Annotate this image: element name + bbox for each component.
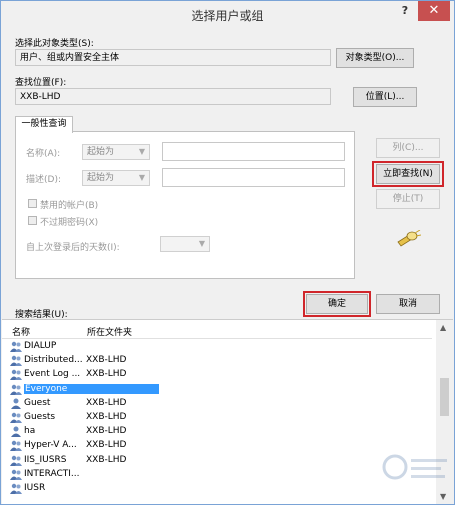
window-title: 选择用户或组 bbox=[191, 9, 264, 23]
table-row[interactable]: IUSR bbox=[8, 482, 434, 496]
result-folder: XXB-LHD bbox=[86, 454, 127, 465]
table-row[interactable]: Guests XXB-LHD bbox=[8, 411, 434, 425]
disabled-accounts-checkbox[interactable] bbox=[28, 199, 37, 208]
scroll-down-icon[interactable]: ▼ bbox=[440, 492, 446, 501]
query-panel: 名称(A): 起始为 ▼ 描述(D): 起始为 ▼ 禁用的帐户(B) 不过期密码(X… bbox=[15, 131, 355, 279]
location-label: 查找位置(F): bbox=[15, 78, 67, 88]
result-folder: XXB-LHD bbox=[86, 369, 127, 380]
search-flashlight-icon bbox=[395, 229, 422, 248]
group-icon bbox=[10, 455, 22, 466]
no-expire-password-label: 不过期密码(X) bbox=[40, 218, 99, 228]
chevron-down-icon: ▼ bbox=[138, 173, 145, 182]
table-row[interactable]: IIS_IUSRS XXB-LHD bbox=[8, 454, 434, 468]
watermark-logo bbox=[381, 447, 451, 487]
days-since-login-label: 自上次登录后的天数(I): bbox=[26, 243, 120, 253]
group-icon bbox=[10, 355, 22, 367]
description-label: 描述(D): bbox=[26, 175, 61, 185]
result-name: Guest bbox=[24, 397, 51, 408]
no-expire-password-checkbox[interactable] bbox=[28, 216, 37, 225]
column-header-name[interactable]: 名称 bbox=[12, 325, 30, 338]
close-button[interactable]: ✕ bbox=[418, 1, 450, 21]
result-name: IIS_IUSRS bbox=[24, 454, 67, 465]
table-row[interactable]: INTERACTI... bbox=[8, 468, 434, 482]
name-mode-select[interactable]: 起始为 ▼ bbox=[82, 144, 150, 160]
scroll-thumb[interactable] bbox=[440, 378, 449, 416]
result-folder: XXB-LHD bbox=[86, 426, 127, 437]
result-name: Distributed... bbox=[24, 355, 83, 366]
result-folder: XXB-LHD bbox=[86, 355, 127, 366]
user-icon bbox=[10, 398, 22, 409]
object-type-label: 选择此对象类型(S): bbox=[15, 39, 94, 49]
result-name: Hyper-V A... bbox=[24, 440, 77, 451]
tab-general-query[interactable]: 一般性查询 bbox=[15, 116, 73, 133]
group-icon bbox=[10, 483, 22, 494]
result-folder: XXB-LHD bbox=[86, 397, 127, 408]
group-icon bbox=[10, 440, 22, 452]
result-name: Guests bbox=[24, 412, 56, 422]
group-icon bbox=[10, 341, 22, 352]
result-name: DIALUP bbox=[24, 341, 57, 351]
group-icon bbox=[10, 469, 22, 480]
desc-mode-select[interactable]: 起始为 ▼ bbox=[82, 170, 150, 186]
result-name: INTERACTI... bbox=[24, 468, 80, 479]
description-input[interactable] bbox=[162, 168, 345, 187]
locations-button[interactable]: 位置(L)... bbox=[353, 87, 417, 107]
group-icon bbox=[10, 369, 22, 381]
result-name: Everyone bbox=[24, 383, 159, 394]
disabled-accounts-label: 禁用的帐户(B) bbox=[40, 201, 99, 211]
result-folder: XXB-LHD bbox=[86, 440, 127, 451]
table-row[interactable]: ha XXB-LHD bbox=[8, 425, 434, 439]
object-type-field: 用户、组或内置安全主体 bbox=[15, 49, 331, 66]
stop-button[interactable]: 停止(T) bbox=[376, 189, 440, 209]
ok-highlight bbox=[303, 291, 371, 317]
select-users-dialog: 选择用户或组 ? ✕ 选择此对象类型(S): 用户、组或内置安全主体 对象类型(… bbox=[0, 0, 455, 505]
result-name: IUSR bbox=[24, 483, 46, 493]
object-types-button[interactable]: 对象类型(O)... bbox=[336, 48, 414, 68]
table-row[interactable]: DIALUP bbox=[8, 340, 434, 354]
name-input[interactable] bbox=[162, 142, 345, 161]
group-icon bbox=[10, 412, 22, 423]
name-mode-value: 起始为 bbox=[87, 147, 115, 157]
desc-mode-value: 起始为 bbox=[87, 173, 115, 183]
results-header: 名称 所在文件夹 bbox=[2, 322, 432, 339]
title-bar[interactable]: 选择用户或组 ? ✕ bbox=[1, 1, 454, 27]
find-now-highlight bbox=[372, 161, 444, 187]
table-row[interactable]: Guest XXB-LHD bbox=[8, 397, 434, 411]
table-row[interactable]: Everyone bbox=[8, 383, 434, 397]
table-row[interactable]: Hyper-V A... XXB-LHD bbox=[8, 439, 434, 453]
table-row[interactable]: Distributed... XXB-LHD bbox=[8, 354, 434, 368]
scroll-up-icon[interactable]: ▲ bbox=[440, 323, 446, 332]
days-since-login-select[interactable]: ▼ bbox=[160, 236, 210, 252]
result-name: Event Log ... bbox=[24, 369, 81, 380]
chevron-down-icon: ▼ bbox=[138, 147, 145, 156]
cancel-button[interactable]: 取消 bbox=[376, 294, 440, 314]
column-header-folder[interactable]: 所在文件夹 bbox=[87, 325, 132, 338]
columns-button[interactable]: 列(C)... bbox=[376, 138, 440, 158]
user-icon bbox=[10, 426, 22, 438]
chevron-down-icon: ▼ bbox=[198, 239, 205, 248]
help-button[interactable]: ? bbox=[392, 1, 418, 21]
location-field: XXB-LHD bbox=[15, 88, 331, 105]
result-folder: XXB-LHD bbox=[86, 412, 127, 422]
group-icon bbox=[10, 384, 22, 395]
name-label: 名称(A): bbox=[26, 149, 61, 159]
table-row[interactable]: Event Log ... XXB-LHD bbox=[8, 368, 434, 382]
result-name: ha bbox=[24, 426, 36, 437]
